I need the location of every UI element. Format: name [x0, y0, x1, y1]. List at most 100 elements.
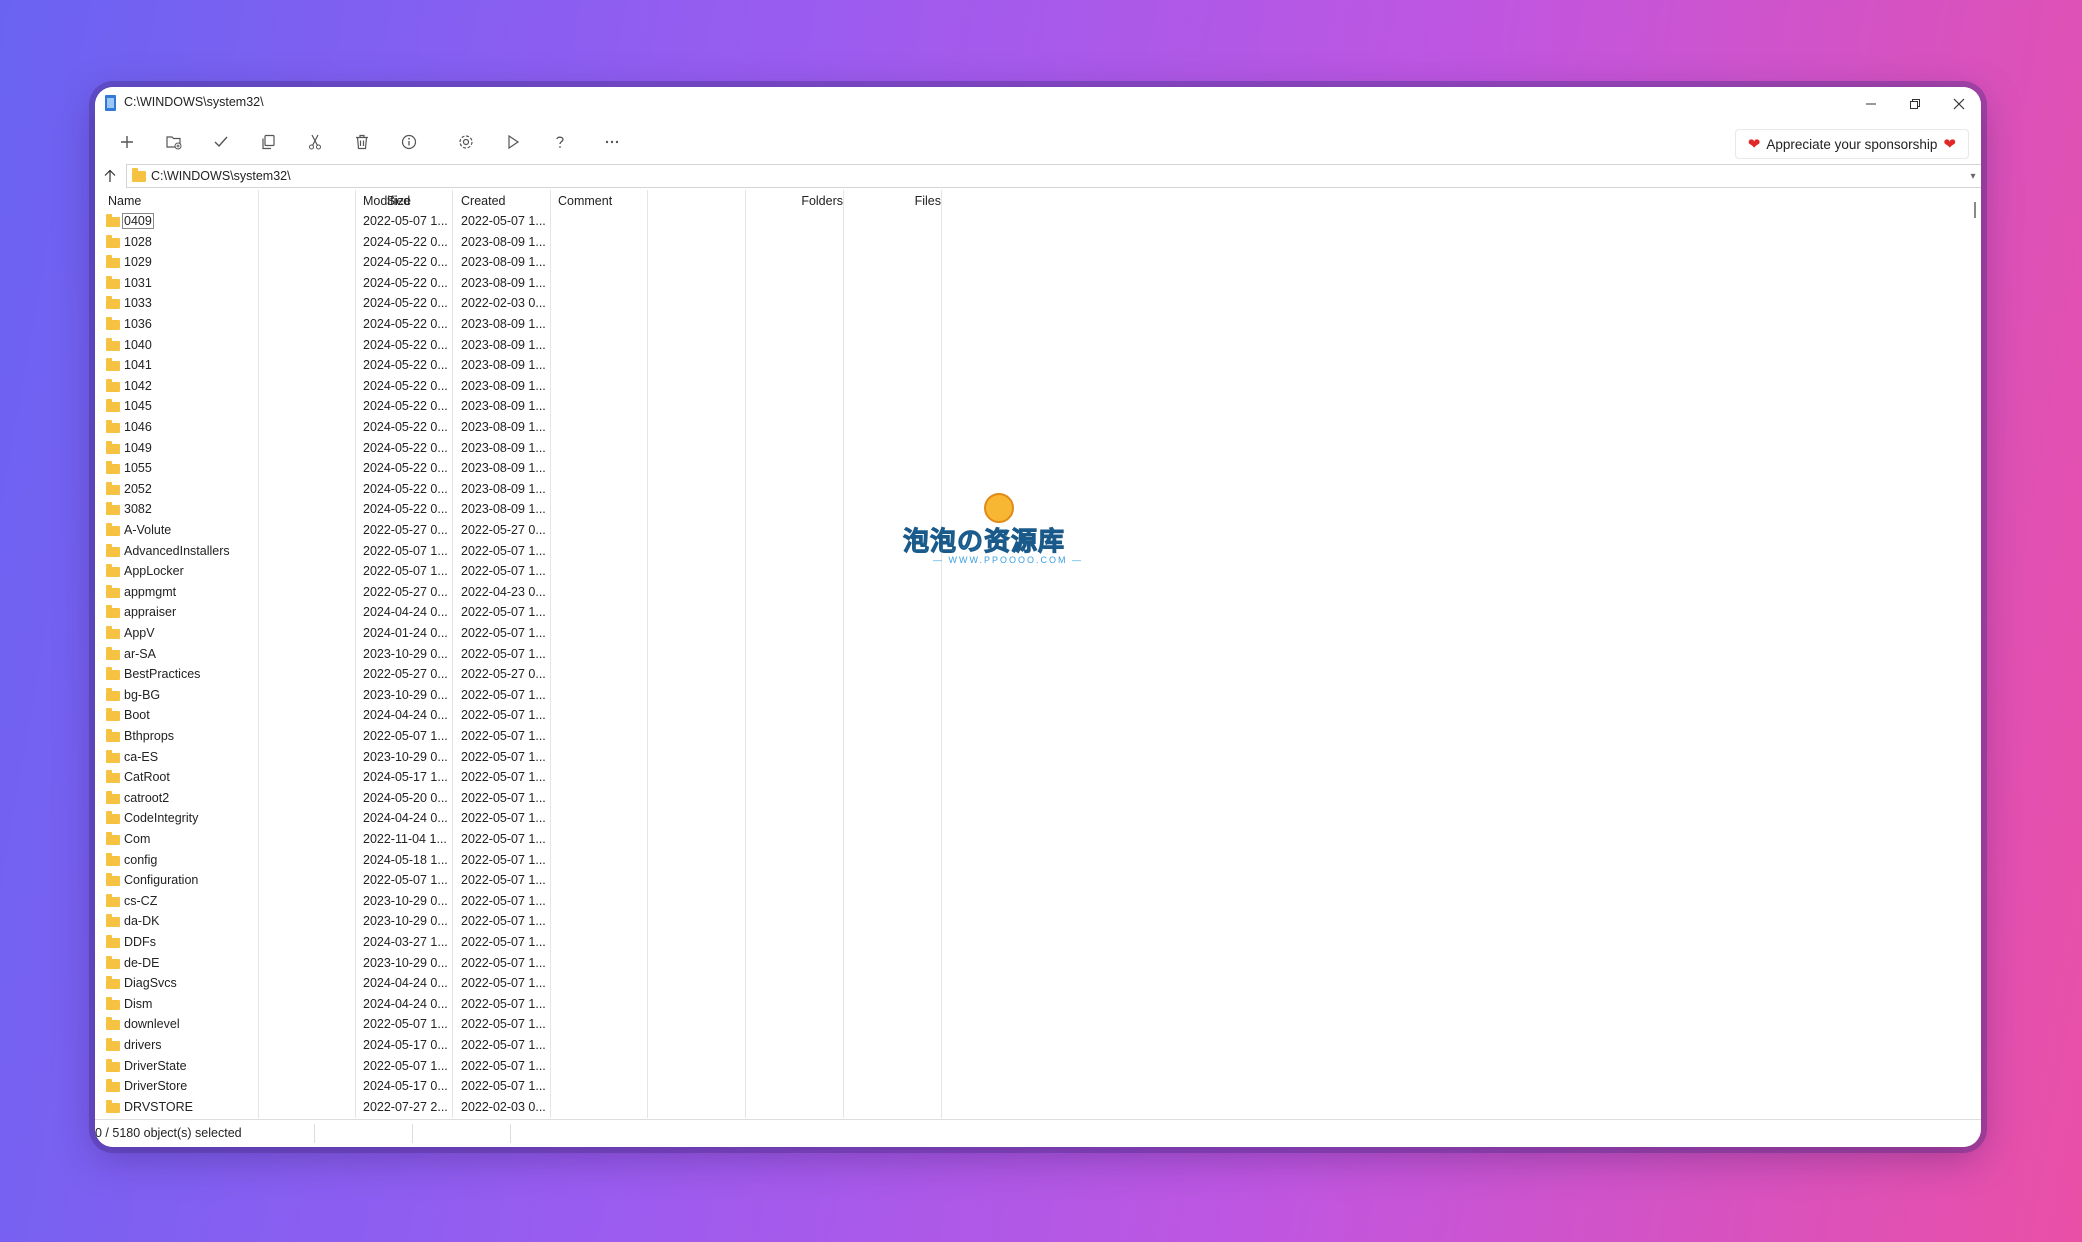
heart-icon: ❤: [1943, 136, 1956, 153]
column-header-name[interactable]: Name: [108, 190, 141, 212]
file-row[interactable]: DRVSTORE 2022-07-27 2... 2022-02-03 0...: [95, 1098, 1969, 1118]
file-row[interactable]: DriverState 2022-05-07 1... 2022-05-07 1..…: [95, 1057, 1969, 1078]
created-date: 2022-05-07 1...: [461, 708, 546, 723]
file-row[interactable]: BestPractices 2022-05-27 0... 2022-05-27 0…: [95, 665, 1969, 686]
file-row[interactable]: da-DK 2023-10-29 0... 2022-05-07 1...: [95, 912, 1969, 933]
file-name: drivers: [124, 1038, 162, 1052]
column-header-comment[interactable]: Comment: [558, 190, 612, 212]
chevron-down-icon[interactable]: ▾: [1965, 171, 1981, 182]
file-row[interactable]: CodeIntegrity 2024-04-24 0... 2022-05-07 1…: [95, 809, 1969, 830]
folder-icon: [106, 378, 120, 392]
file-row[interactable]: 1031 2024-05-22 0... 2023-08-09 1...: [95, 274, 1969, 295]
settings-button[interactable]: [449, 127, 483, 157]
file-list[interactable]: Name Size Modified Created Comment Folde…: [95, 190, 1969, 1118]
file-row[interactable]: cs-CZ 2023-10-29 0... 2022-05-07 1...: [95, 892, 1969, 913]
file-row[interactable]: Configuration 2022-05-07 1... 2022-05-07 1…: [95, 871, 1969, 892]
file-row[interactable]: 1033 2024-05-22 0... 2022-02-03 0...: [95, 294, 1969, 315]
folder-icon: [106, 1038, 120, 1051]
file-name: ar-SA: [124, 646, 156, 661]
file-row[interactable]: 1042 2024-05-22 0... 2023-08-09 1...: [95, 377, 1969, 398]
modified-date: 2023-10-29 0...: [363, 893, 448, 908]
file-row[interactable]: 1045 2024-05-22 0... 2023-08-09 1...: [95, 397, 1969, 418]
new-button[interactable]: [110, 127, 144, 157]
file-row[interactable]: Dism 2024-04-24 0... 2022-05-07 1...: [95, 995, 1969, 1016]
folder-icon: [106, 790, 120, 804]
created-date: 2023-08-09 1...: [461, 234, 546, 249]
column-header-modified[interactable]: Modified: [363, 190, 410, 212]
file-row[interactable]: 1029 2024-05-22 0... 2023-08-09 1...: [95, 253, 1969, 274]
created-date: 2022-05-07 1...: [461, 687, 546, 702]
file-row[interactable]: DriverStore 2024-05-17 0... 2022-05-07 1..…: [95, 1077, 1969, 1098]
modified-date: 2024-05-22 0...: [363, 399, 448, 414]
created-date: 2022-05-27 0...: [461, 523, 546, 537]
file-row[interactable]: appraiser 2024-04-24 0... 2022-05-07 1...: [95, 603, 1969, 624]
cut-button[interactable]: [298, 127, 332, 157]
file-row[interactable]: downlevel 2022-05-07 1... 2022-05-07 1...: [95, 1015, 1969, 1036]
sponsor-button[interactable]: ❤ Appreciate your sponsorship ❤: [1734, 129, 1969, 159]
file-row[interactable]: Com 2022-11-04 1... 2022-05-07 1...: [95, 830, 1969, 851]
file-row[interactable]: 1041 2024-05-22 0... 2023-08-09 1...: [95, 356, 1969, 377]
created-date: 2022-05-27 0...: [461, 667, 546, 682]
folder-icon: [106, 234, 120, 248]
folder-icon: [106, 667, 120, 681]
created-date: 2022-05-07 1...: [461, 1038, 546, 1052]
cut-icon: [309, 134, 321, 150]
file-row[interactable]: Bthprops 2022-05-07 1... 2022-05-07 1...: [95, 727, 1969, 748]
minimize-button[interactable]: [1849, 87, 1893, 121]
file-row[interactable]: 0409 2022-05-07 1... 2022-05-07 1...: [95, 212, 1969, 233]
select-button[interactable]: [204, 127, 238, 157]
modified-date: 2024-05-17 0...: [363, 1038, 448, 1052]
file-row[interactable]: catroot2 2024-05-20 0... 2022-05-07 1...: [95, 789, 1969, 810]
column-header-files[interactable]: Files: [795, 190, 941, 212]
vertical-scrollbar[interactable]: [1969, 190, 1981, 1118]
folder-icon: [106, 440, 120, 454]
properties-button[interactable]: [392, 127, 426, 157]
copy-button[interactable]: [251, 127, 285, 157]
file-row[interactable]: appmgmt 2022-05-27 0... 2022-04-23 0...: [95, 583, 1969, 604]
folder-icon: [106, 626, 120, 639]
modified-date: 2024-05-22 0...: [363, 420, 448, 434]
folder-icon: [106, 420, 120, 433]
new-folder-button[interactable]: [157, 127, 191, 157]
new-folder-icon: [166, 136, 182, 150]
file-row[interactable]: ca-ES 2023-10-29 0... 2022-05-07 1...: [95, 748, 1969, 769]
file-row[interactable]: ar-SA 2023-10-29 0... 2022-05-07 1...: [95, 645, 1969, 666]
file-row[interactable]: AppV 2024-01-24 0... 2022-05-07 1...: [95, 624, 1969, 645]
more-icon: [605, 140, 619, 144]
file-row[interactable]: CatRoot 2024-05-17 1... 2022-05-07 1...: [95, 768, 1969, 789]
folder-icon: [106, 1017, 120, 1031]
folder-icon: [106, 399, 120, 413]
file-row[interactable]: 1046 2024-05-22 0... 2023-08-09 1...: [95, 418, 1969, 439]
up-folder-button[interactable]: [99, 165, 121, 187]
created-date: 2022-05-07 1...: [461, 214, 546, 228]
scrollbar-thumb[interactable]: [1974, 202, 1976, 218]
file-row[interactable]: 1040 2024-05-22 0... 2023-08-09 1...: [95, 336, 1969, 357]
file-manager-window: C:\WINDOWS\system32\ ❤ Appreciate your s…: [95, 87, 1981, 1147]
file-row[interactable]: 1036 2024-05-22 0... 2023-08-09 1...: [95, 315, 1969, 336]
address-input[interactable]: C:\WINDOWS\system32\ ▾: [126, 164, 1981, 188]
file-row[interactable]: bg-BG 2023-10-29 0... 2022-05-07 1...: [95, 686, 1969, 707]
status-divider: [412, 1124, 413, 1143]
file-row[interactable]: Boot 2024-04-24 0... 2022-05-07 1...: [95, 706, 1969, 727]
folder-icon: [106, 646, 120, 660]
file-row[interactable]: drivers 2024-05-17 0... 2022-05-07 1...: [95, 1036, 1969, 1057]
column-header-created[interactable]: Created: [461, 190, 505, 212]
folder-icon: [106, 255, 120, 269]
close-button[interactable]: [1937, 87, 1981, 121]
created-date: 2022-04-23 0...: [461, 584, 546, 599]
file-row[interactable]: config 2024-05-18 1... 2022-05-07 1...: [95, 851, 1969, 872]
file-row[interactable]: DDFs 2024-03-27 1... 2022-05-07 1...: [95, 933, 1969, 954]
sun-icon: [984, 493, 1014, 523]
modified-date: 2023-10-29 0...: [363, 749, 448, 764]
maximize-button[interactable]: [1893, 87, 1937, 121]
help-button[interactable]: [543, 127, 577, 157]
file-row[interactable]: 1028 2024-05-22 0... 2023-08-09 1...: [95, 233, 1969, 254]
file-row[interactable]: 1055 2024-05-22 0... 2023-08-09 1...: [95, 459, 1969, 480]
file-name: appmgmt: [124, 584, 177, 599]
run-button[interactable]: [496, 127, 530, 157]
more-button[interactable]: [595, 127, 629, 157]
file-row[interactable]: 1049 2024-05-22 0... 2023-08-09 1...: [95, 439, 1969, 460]
file-row[interactable]: DiagSvcs 2024-04-24 0... 2022-05-07 1...: [95, 974, 1969, 995]
file-row[interactable]: de-DE 2023-10-29 0... 2022-05-07 1...: [95, 954, 1969, 975]
delete-button[interactable]: [345, 127, 379, 157]
